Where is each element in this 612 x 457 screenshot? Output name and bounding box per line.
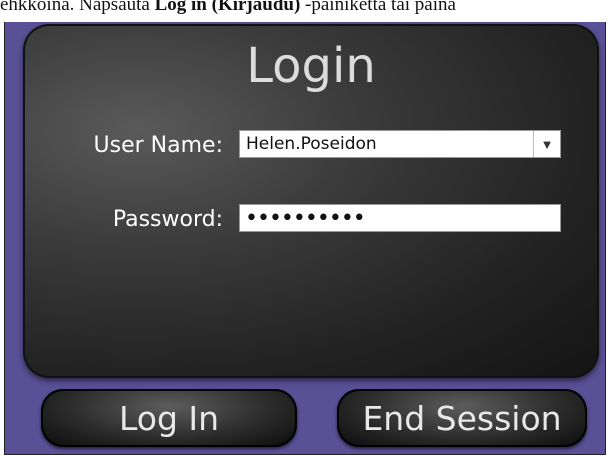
login-panel: Login User Name: Helen.Poseidon ▼ Passwo… [23,24,599,378]
chevron-down-icon[interactable]: ▼ [533,131,560,157]
username-value: Helen.Poseidon [246,134,377,154]
instruction-caption: ehkkoina. Napsauta Log in (Kirjaudu) -pa… [0,0,612,19]
login-button[interactable]: Log In [41,389,297,447]
password-label: Password: [112,207,223,232]
caption-bold: Log in (Kirjaudu) [154,0,301,15]
login-screen: Login User Name: Helen.Poseidon ▼ Passwo… [4,22,606,455]
page-title: Login [246,38,376,94]
end-session-button[interactable]: End Session [337,389,587,447]
username-label: User Name: [93,133,223,158]
username-dropdown[interactable]: Helen.Poseidon ▼ [239,130,561,158]
password-field[interactable]: •••••••••• [239,204,561,232]
caption-suffix: -painiketta tai paina [300,0,456,15]
caption-prefix: ehkkoina. Napsauta [0,0,155,15]
